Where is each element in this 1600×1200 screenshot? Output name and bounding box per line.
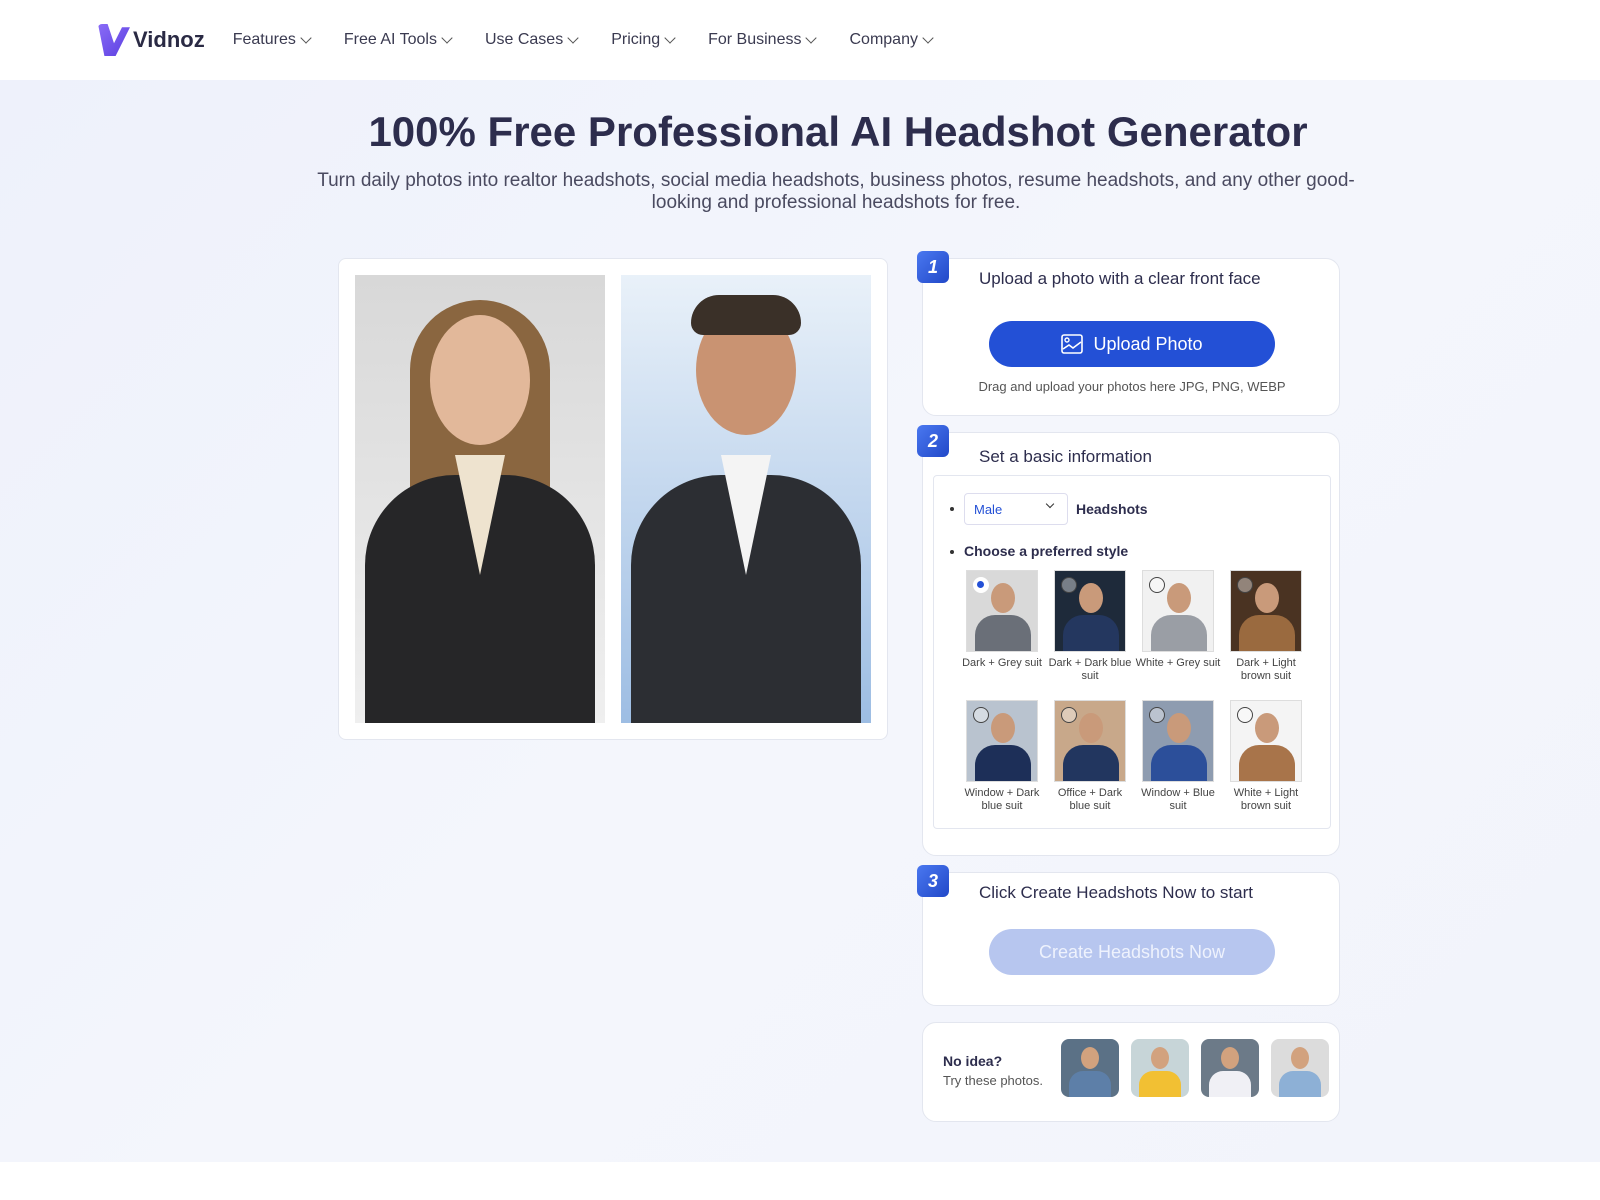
style-thumbnail [1142,700,1214,782]
radio-button[interactable] [1237,707,1253,723]
style-option[interactable]: Office + Dark blue suit [1046,700,1134,813]
nav-label: Free AI Tools [343,31,437,48]
step-number-badge: 3 [917,865,949,897]
chevron-down-icon [805,32,818,44]
step1-title: Upload a photo with a clear front face [979,269,1261,288]
radio-button[interactable] [1237,577,1253,593]
radio-button[interactable] [1149,577,1165,593]
chevron-down-icon [664,32,676,44]
page-title: 100% Free Professional AI Headshot Gener… [368,108,1308,155]
logo[interactable]: Vidnoz [98,24,205,56]
sample-photo[interactable] [1201,1039,1259,1097]
nav-use-cases[interactable]: Use Cases [484,31,579,49]
top-nav: Vidnoz Features Free AI Tools Use Cases … [0,0,1600,80]
style-thumbnail [966,570,1038,652]
style-thumbnail [966,700,1038,782]
nav-pricing[interactable]: Pricing [611,31,676,49]
style-name: Window + Dark blue suit [964,787,1040,812]
nav-features[interactable]: Features [232,31,312,49]
nav-label: For Business [708,31,802,48]
sample-photo[interactable] [1131,1039,1189,1097]
no-idea-title: No idea? [943,1053,1003,1069]
style-name: Dark + Dark blue suit [1048,657,1132,682]
radio-button[interactable] [973,707,989,723]
chevron-down-icon [1045,499,1055,509]
style-name: White + Grey suit [1135,657,1221,669]
style-name: Dark + Light brown suit [1236,657,1296,682]
style-name: Dark + Grey suit [962,657,1042,669]
logo-icon [98,24,130,56]
example-photo-man [621,275,871,723]
nav-label: Features [232,31,296,48]
chevron-down-icon [441,32,453,44]
style-thumbnail [1142,570,1214,652]
style-option[interactable]: Dark + Grey suit [958,570,1046,670]
example-photo-woman [355,275,605,723]
style-thumbnail [1054,570,1126,652]
chevron-down-icon [922,32,934,44]
style-name: Office + Dark blue suit [1057,787,1123,812]
radio-button[interactable] [1149,707,1165,723]
upload-photo-label: Upload Photo [1093,333,1203,354]
sample-photo[interactable] [1061,1039,1119,1097]
gender-select[interactable]: Male [964,493,1068,525]
sample-photo[interactable] [1271,1039,1329,1097]
nav-label: Pricing [611,31,661,48]
style-name: White + Light brown suit [1233,787,1299,812]
style-option[interactable]: Window + Blue suit [1134,700,1222,813]
step-number-badge: 1 [917,251,949,283]
style-option[interactable]: White + Light brown suit [1222,700,1310,813]
style-thumbnail [1230,570,1302,652]
style-thumbnail [1054,700,1126,782]
step2-title: Set a basic information [979,447,1152,466]
nav-company[interactable]: Company [849,31,934,49]
style-name: Window + Blue suit [1141,787,1215,812]
headshots-label: Headshots [1076,501,1148,517]
chevron-down-icon [567,32,579,44]
step3-title: Click Create Headshots Now to start [979,883,1253,902]
nav-free-ai-tools[interactable]: Free AI Tools [343,31,453,49]
step1-card: 1 Upload a photo with a clear front face… [917,251,1340,416]
page-subtitle: Turn daily photos into realtor headshots… [317,170,1355,213]
no-idea-subtitle: Try these photos. [943,1073,1043,1088]
gender-value: Male [974,502,1003,517]
chevron-down-icon [300,32,312,44]
style-label: Choose a preferred style [964,543,1129,559]
style-thumbnail [1230,700,1302,782]
nav-for-business[interactable]: For Business [708,31,818,49]
logo-text: Vidnoz [133,27,205,52]
radio-button[interactable] [1061,577,1077,593]
image-icon [1061,334,1084,354]
sample-photos-card: No idea? Try these photos. [922,1022,1340,1122]
step2-card: 2 Set a basic information Male Headshots… [917,425,1340,856]
create-headshots-button[interactable]: Create Headshots Now [989,929,1275,975]
step3-card: 3 Click Create Headshots Now to start Cr… [917,865,1340,1006]
style-option[interactable]: Dark + Light brown suit [1222,570,1310,683]
style-option[interactable]: Dark + Dark blue suit [1046,570,1134,683]
radio-button[interactable] [1061,707,1077,723]
nav-label: Use Cases [484,31,564,48]
basic-info-panel: Male Headshots Choose a preferred style … [933,475,1331,829]
style-option[interactable]: White + Grey suit [1134,570,1222,670]
example-preview [338,258,888,740]
nav-label: Company [849,31,918,48]
upload-hint: Drag and upload your photos here JPG, PN… [978,379,1286,394]
step-number-badge: 2 [917,425,949,457]
upload-photo-button[interactable]: Upload Photo [989,321,1275,367]
radio-button[interactable] [973,577,989,593]
style-option[interactable]: Window + Dark blue suit [958,700,1046,813]
